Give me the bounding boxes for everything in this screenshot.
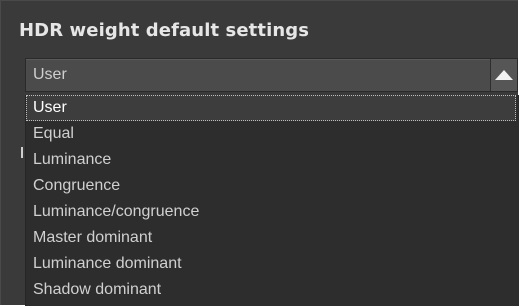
option-master-dominant[interactable]: Master dominant — [26, 225, 516, 251]
option-congruence[interactable]: Congruence — [26, 173, 516, 199]
option-luminance-congruence[interactable]: Luminance/congruence — [26, 199, 516, 225]
section-title: HDR weight default settings — [19, 20, 310, 41]
hdr-weight-select[interactable]: User — [25, 58, 518, 92]
partially-hidden-label-fragment — [21, 147, 23, 158]
triangle-up-icon — [495, 70, 513, 80]
option-equal[interactable]: Equal — [26, 121, 516, 147]
dropdown-list[interactable]: User Equal Luminance Congruence Luminanc… — [25, 95, 519, 306]
settings-panel: HDR weight default settings User User Eq… — [0, 0, 519, 306]
option-shadow-dominant[interactable]: Shadow dominant — [26, 277, 516, 303]
option-user[interactable]: User — [26, 95, 516, 121]
dropdown-toggle-button[interactable] — [490, 59, 517, 91]
option-luminance[interactable]: Luminance — [26, 147, 516, 173]
select-current-value: User — [33, 66, 67, 83]
option-luminance-dominant[interactable]: Luminance dominant — [26, 251, 516, 277]
